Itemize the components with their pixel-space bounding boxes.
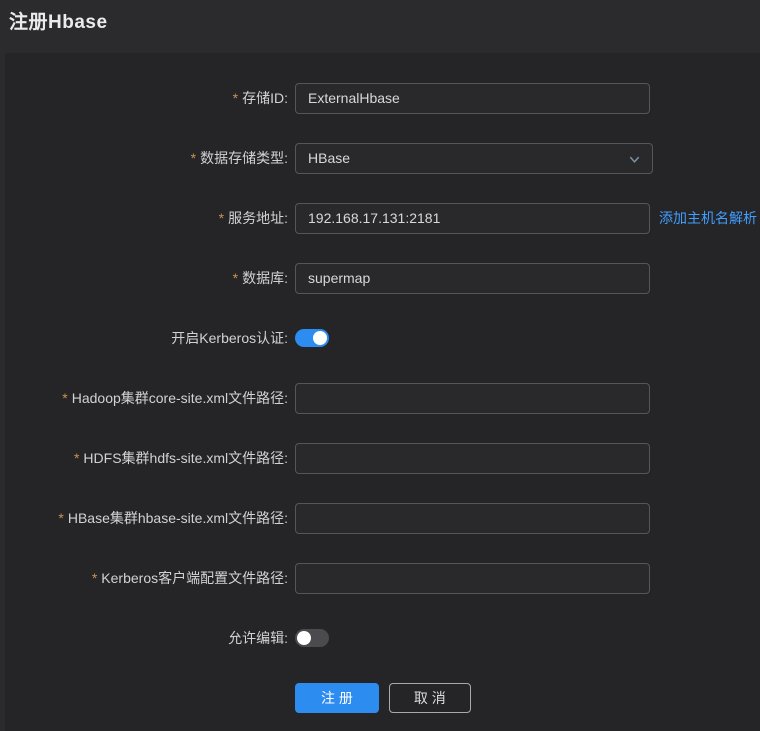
register-hbase-form: *存储ID: *数据存储类型: HBase *服务地址: 添加主机名解析 *数据… <box>5 53 760 731</box>
form-row-allow-edit: 允许编辑: <box>5 608 760 668</box>
storage-type-label: *数据存储类型: <box>5 148 288 168</box>
required-mark: * <box>219 210 224 226</box>
kerberos-enabled-toggle[interactable] <box>295 329 329 347</box>
hdfs-site-path-input[interactable] <box>295 443 650 474</box>
required-mark: * <box>92 570 97 586</box>
toggle-knob <box>297 631 311 645</box>
kerberos-client-config-input[interactable] <box>295 563 650 594</box>
kerberos-client-config-label: *Kerberos客户端配置文件路径: <box>5 568 288 588</box>
form-row-kerberos-enabled: 开启Kerberos认证: <box>5 308 760 368</box>
service-address-label: *服务地址: <box>5 208 288 228</box>
hadoop-core-site-path-input[interactable] <box>295 383 650 414</box>
kerberos-enabled-label: 开启Kerberos认证: <box>5 328 288 348</box>
hbase-site-path-label: *HBase集群hbase-site.xml文件路径: <box>5 508 288 528</box>
page-title: 注册Hbase <box>9 12 108 33</box>
form-row-service-address: *服务地址: 添加主机名解析 <box>5 188 760 248</box>
required-mark: * <box>191 150 196 166</box>
required-mark: * <box>58 510 63 526</box>
hadoop-core-site-path-label: *Hadoop集群core-site.xml文件路径: <box>5 388 288 408</box>
required-mark: * <box>62 390 67 406</box>
storage-id-label: *存储ID: <box>5 88 288 108</box>
hdfs-site-path-label: *HDFS集群hdfs-site.xml文件路径: <box>5 448 288 468</box>
form-row-storage-id: *存储ID: <box>5 68 760 128</box>
database-label: *数据库: <box>5 268 288 288</box>
form-row-hdfs-site-path: *HDFS集群hdfs-site.xml文件路径: <box>5 428 760 488</box>
hbase-site-path-input[interactable] <box>295 503 650 534</box>
storage-type-select[interactable]: HBase <box>295 143 653 174</box>
form-actions-row: 注 册 取 消 <box>5 668 760 728</box>
allow-edit-label: 允许编辑: <box>5 628 288 648</box>
form-row-hbase-site-path: *HBase集群hbase-site.xml文件路径: <box>5 488 760 548</box>
form-row-database: *数据库: <box>5 248 760 308</box>
storage-id-input[interactable] <box>295 83 650 114</box>
storage-type-selected-value: HBase <box>308 150 350 166</box>
database-input[interactable] <box>295 263 650 294</box>
form-row-storage-type: *数据存储类型: HBase <box>5 128 760 188</box>
chevron-down-icon <box>628 153 641 166</box>
form-row-hadoop-core-site-path: *Hadoop集群core-site.xml文件路径: <box>5 368 760 428</box>
register-button[interactable]: 注 册 <box>295 683 379 713</box>
allow-edit-toggle[interactable] <box>295 629 329 647</box>
cancel-button[interactable]: 取 消 <box>389 683 471 713</box>
add-hostname-resolution-link[interactable]: 添加主机名解析 <box>659 208 757 228</box>
form-row-kerberos-client-config: *Kerberos客户端配置文件路径: <box>5 548 760 608</box>
required-mark: * <box>74 450 79 466</box>
required-mark: * <box>233 90 238 106</box>
required-mark: * <box>233 270 238 286</box>
toggle-knob <box>313 331 327 345</box>
page-header: 注册Hbase <box>0 0 760 53</box>
service-address-input[interactable] <box>295 203 650 234</box>
